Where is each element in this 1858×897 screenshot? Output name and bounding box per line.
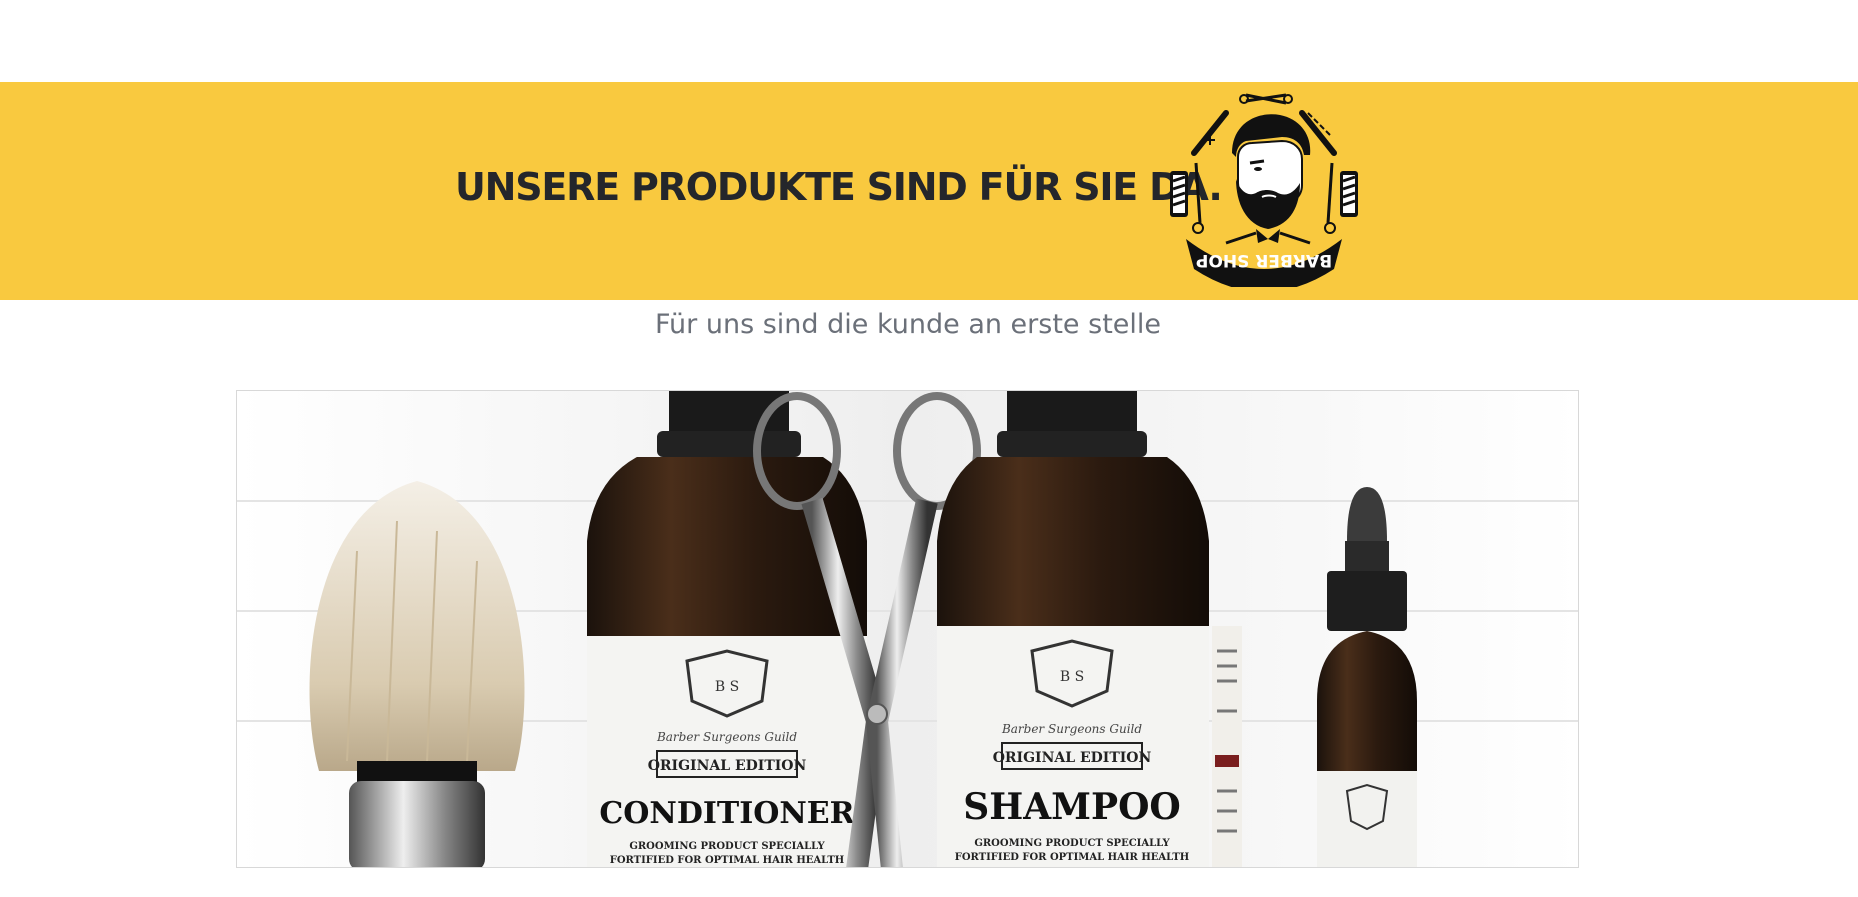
hero-image: B S Barber Surgeons Guild ORIGINAL EDITI… <box>236 390 1579 868</box>
svg-text:B S: B S <box>1060 669 1084 685</box>
page: UNSERE PRODUKTE SIND FÜR SIE DA. BARBER … <box>0 0 1858 897</box>
bearded-man-icon <box>1225 114 1311 245</box>
logo-text: BARBER SHOP <box>1196 250 1332 270</box>
page-headline: UNSERE PRODUKTE SIND FÜR SIE DA. <box>455 165 1223 209</box>
shampoo-brand: Barber Surgeons Guild <box>1001 722 1142 736</box>
conditioner-brand: Barber Surgeons Guild <box>656 730 797 744</box>
barber-shop-logo-icon: BARBER SHOP <box>1170 93 1358 292</box>
svg-text:B S: B S <box>715 679 739 695</box>
barber-shop-logo: BARBER SHOP <box>1166 93 1362 292</box>
conditioner-bottle: B S Barber Surgeons Guild ORIGINAL EDITI… <box>587 391 867 867</box>
conditioner-edition: ORIGINAL EDITION <box>648 758 807 774</box>
shampoo-name: SHAMPOO <box>963 786 1181 828</box>
conditioner-name: CONDITIONER <box>599 796 855 831</box>
conditioner-desc-1: GROOMING PRODUCT SPECIALLY <box>629 841 825 852</box>
shampoo-desc-1: GROOMING PRODUCT SPECIALLY <box>974 838 1170 849</box>
conditioner-desc-2: FORTIFIED FOR OPTIMAL HAIR HEALTH <box>610 855 845 866</box>
barber-pole-left-icon <box>1170 171 1188 217</box>
barber-products-photo: B S Barber Surgeons Guild ORIGINAL EDITI… <box>237 391 1578 867</box>
shampoo-edition: ORIGINAL EDITION <box>993 750 1152 766</box>
barber-pole-right-icon <box>1340 171 1358 217</box>
tagline: Für uns sind die kunde an erste stelle <box>655 309 1161 340</box>
shampoo-desc-2: FORTIFIED FOR OPTIMAL HAIR HEALTH <box>955 852 1190 863</box>
